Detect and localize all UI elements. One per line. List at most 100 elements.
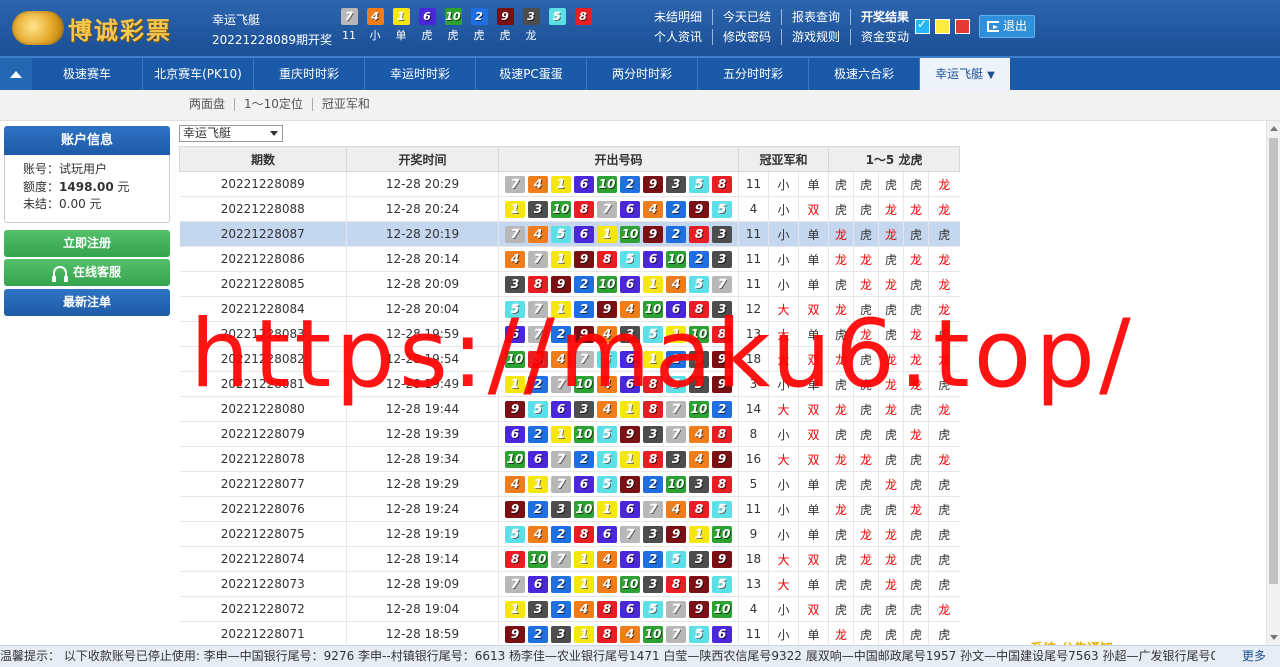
number-ball: 10 [574,425,594,443]
ball-group: 3 8 9 2 10 6 1 4 5 7 [499,275,738,293]
ball-group: 10 6 7 2 5 1 8 3 4 9 [499,450,738,468]
number-ball: 2 [551,525,571,543]
ball-group: 9 2 3 1 8 4 10 7 5 6 [499,625,738,643]
number-ball: 5 [597,450,617,468]
nav-item[interactable]: 重庆时时彩 [254,58,365,90]
number-ball: 3 [620,325,640,343]
cell-dragon-tiger: 虎 [853,621,879,647]
scroll-down-arrow[interactable] [1270,635,1278,640]
scroll-thumb[interactable] [1269,138,1278,584]
cell-dragon-tiger: 虎 [828,571,854,597]
cell-sum: 11 [738,496,769,522]
number-ball: 9 [689,575,709,593]
theme-swatch[interactable] [915,17,930,34]
nav-item[interactable]: 北京赛车(PK10) [143,58,254,90]
number-ball: 9 [505,400,525,418]
sub-tab[interactable]: 冠亚军和 [313,98,379,111]
latest-ball-col: 4小 [362,8,388,43]
ball-group: 1 2 7 10 4 6 8 5 3 9 [499,375,738,393]
header-link[interactable]: 开奖结果 [851,9,919,25]
cell-dragon-tiger: 虎 [928,321,960,347]
nav-collapse-toggle[interactable] [0,58,32,90]
more-link[interactable]: 更多 [1242,646,1266,667]
number-ball: 6 [574,175,594,193]
results-body: 20221228089 12-28 20:29 7 4 1 6 10 2 9 3 5 8 11 小单虎虎虎… [179,171,960,647]
number-ball: 2 [666,225,686,243]
number-ball: 5 [666,550,686,568]
header-link[interactable]: 未结明细 [654,9,714,25]
number-ball: 10 [666,475,686,493]
recent-bets-button[interactable]: 最新注单 [4,289,170,316]
number-ball: 2 [574,450,594,468]
nav-item[interactable]: 极速六合彩 [809,58,920,90]
register-button[interactable]: 立即注册 [4,230,170,257]
cell-dragon-tiger: 虎 [853,371,879,397]
nav-item[interactable]: 幸运时时彩 [365,58,476,90]
number-ball: 8 [574,525,594,543]
nav-item[interactable]: 极速PC蛋蛋 [476,58,587,90]
cell-dragon-tiger: 虎 [853,171,879,197]
cell-dragon-tiger: 虎 [853,496,879,522]
cell-dragon-tiger: 龙 [853,546,879,572]
theme-swatch[interactable] [935,19,950,34]
header-link[interactable]: 个人资讯 [654,29,714,45]
scroll-up-arrow[interactable] [1270,126,1278,131]
header-link[interactable]: 今天已结 [713,9,783,25]
number-ball: 5 [548,8,566,25]
number-ball: 2 [551,325,571,343]
number-ball: 2 [574,300,594,318]
cell-size: 小 [768,221,799,247]
cell-dragon-tiger: 龙 [878,571,904,597]
theme-swatch[interactable] [955,19,970,34]
page-scrollbar[interactable] [1266,121,1280,645]
latest-ball-stat: 单 [395,29,407,42]
number-ball: 9 [689,200,709,218]
sub-tab[interactable]: 1～10定位 [235,98,313,111]
header-link[interactable]: 资金变动 [851,29,919,45]
cell-time: 12-28 18:59 [346,621,499,647]
site-logo[interactable]: 博诚彩票 [12,9,172,47]
account-value: 试玩用户 [59,162,108,176]
number-ball: 6 [505,425,525,443]
number-ball: 9 [666,525,686,543]
nav-item[interactable]: 两分时时彩 [587,58,698,90]
cell-parity: 单 [797,246,829,272]
nav-item[interactable]: 五分时时彩 [698,58,809,90]
cell-time: 12-28 19:19 [346,521,499,547]
cell-size: 小 [768,171,799,197]
cell-parity: 双 [797,596,829,622]
ball-group: 9 5 6 3 4 1 8 7 10 2 [499,400,738,418]
cell-size: 小 [768,496,799,522]
nav-item[interactable]: 极速赛车 [32,58,143,90]
cell-parity: 双 [797,446,829,472]
cell-dragon-tiger: 龙 [853,321,879,347]
header-link[interactable]: 修改密码 [713,29,783,45]
number-ball: 4 [620,625,640,643]
nav-item-active[interactable]: 幸运飞艇 ▼ [920,58,1010,90]
cell-sum: 11 [738,171,769,197]
logout-button[interactable]: 退出 [979,15,1035,38]
cell-dragon-tiger: 龙 [878,196,904,222]
number-ball: 7 [505,175,525,193]
cell-balls: 6 2 1 10 5 9 3 7 4 8 [498,421,739,447]
number-ball: 4 [643,200,663,218]
table-row: 20221228084 12-28 20:04 5 7 1 2 9 4 10 6 8 3 12 大双龙虎虎… [179,296,960,322]
cell-period: 20221228087 [179,221,347,247]
game-select[interactable]: 幸运飞艇 [179,125,283,142]
sub-tab[interactable]: 两面盘 [189,98,236,111]
number-ball: 3 [551,625,571,643]
header-link[interactable]: 报表查询 [782,9,852,25]
table-row: 20221228082 12-28 19:54 10 8 4 7 5 6 1 2 3 9 18 大双龙虎龙… [179,346,960,372]
header-link[interactable]: 游戏规则 [782,29,852,45]
cell-dragon-tiger: 虎 [828,271,854,297]
number-ball: 8 [666,575,686,593]
number-ball: 10 [689,400,709,418]
cell-time: 12-28 19:49 [346,371,499,397]
account-info-box: 账号：试玩用户 额度：1498.00 元 未结：0.00 元 [4,155,170,223]
online-service-label: 在线客服 [72,265,121,279]
number-ball: 1 [597,500,617,518]
cell-dragon-tiger: 龙 [878,521,904,547]
online-service-button[interactable]: 在线客服 [4,259,170,286]
cell-dragon-tiger: 虎 [928,471,960,497]
cell-balls: 1 2 7 10 4 6 8 5 3 9 [498,371,739,397]
